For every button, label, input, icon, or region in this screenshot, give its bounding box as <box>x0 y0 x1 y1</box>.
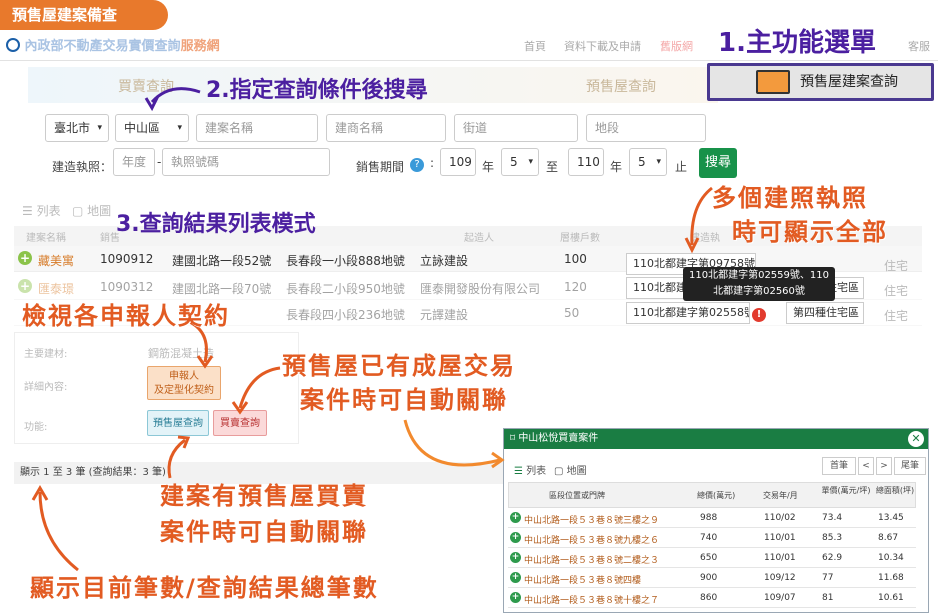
callout-presale-linked-1: 預售屋已有成屋交易 <box>282 352 516 380</box>
callout-trade-linked-2: 案件時可自動關聯 <box>160 518 368 546</box>
callout-presale-linked-2: 案件時可自動關聯 <box>300 386 508 414</box>
callout-list-mode: 3.查詢結果列表模式 <box>116 212 316 237</box>
callout-count: 顯示目前筆數/查詢結果總筆數 <box>30 574 379 602</box>
callout-multi-permits-1: 多個建照執照 <box>712 184 868 212</box>
callout-search: 2.指定查詢條件後搜尋 <box>206 78 428 103</box>
callout-main-menu: 1.主功能選單 <box>718 28 876 58</box>
callout-contracts: 檢視各申報人契約 <box>22 302 230 330</box>
callout-multi-permits-2: 時可顯示全部 <box>732 218 888 246</box>
callout-trade-linked-1: 建案有預售屋買賣 <box>160 482 368 510</box>
screenshot-stage: { "app_tag": "預售屋建案備查", "header": { "log… <box>0 0 938 615</box>
